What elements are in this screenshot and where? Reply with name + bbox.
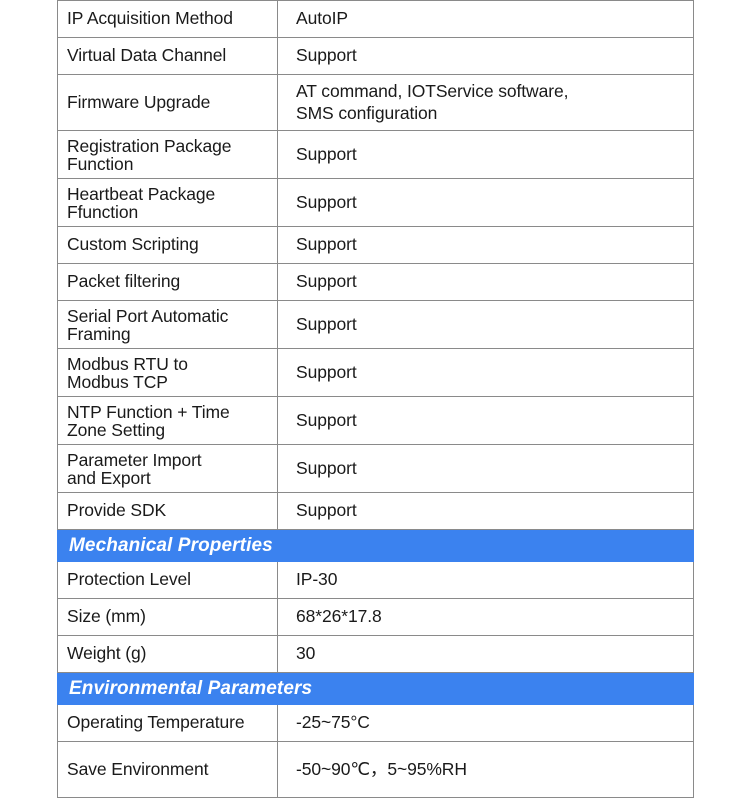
specification-table-body: IP Acquisition Method AutoIP Virtual Dat… <box>57 0 694 798</box>
row-value: 30 <box>277 635 694 673</box>
table-row: Size (mm) 68*26*17.8 <box>57 598 694 636</box>
row-value: IP-30 <box>277 561 694 599</box>
section-header-mechanical-properties: Mechanical Properties <box>57 529 694 562</box>
row-value: Support <box>277 37 694 75</box>
row-label-line-2: Framing <box>67 324 131 344</box>
table-row: Weight (g) 30 <box>57 635 694 673</box>
row-value-line-2: SMS configuration <box>296 102 438 123</box>
table-row: Parameter Import and Export Support <box>57 444 694 493</box>
table-row: Packet filtering Support <box>57 263 694 301</box>
table-row: Modbus RTU to Modbus TCP Support <box>57 348 694 397</box>
row-value: -25~75°C <box>277 704 694 742</box>
table-row: Protection Level IP-30 <box>57 561 694 599</box>
row-value: AT command, IOTService software, SMS con… <box>277 74 694 131</box>
row-label-line-2: Ffunction <box>67 202 139 222</box>
row-label-line-1: Modbus RTU to <box>67 353 188 374</box>
row-label: IP Acquisition Method <box>57 0 278 38</box>
row-label-line-1: Registration Package <box>67 135 232 156</box>
row-label-line-1: Parameter Import <box>67 449 202 470</box>
row-label-line-2: and Export <box>67 468 151 488</box>
table-row: IP Acquisition Method AutoIP <box>57 0 694 38</box>
row-label: Custom Scripting <box>57 226 278 264</box>
section-header-environmental-parameters: Environmental Parameters <box>57 672 694 705</box>
table-row: Provide SDK Support <box>57 492 694 530</box>
row-label: NTP Function + Time Zone Setting <box>57 396 278 445</box>
row-value: 68*26*17.8 <box>277 598 694 636</box>
row-value: Support <box>277 444 694 493</box>
section-header-title: Mechanical Properties <box>57 529 694 562</box>
row-value: Support <box>277 348 694 397</box>
row-label: Size (mm) <box>57 598 278 636</box>
row-label: Modbus RTU to Modbus TCP <box>57 348 278 397</box>
row-value: Support <box>277 178 694 227</box>
table-row: Operating Temperature -25~75°C <box>57 704 694 742</box>
section-header-title: Environmental Parameters <box>57 672 694 705</box>
row-value: Support <box>277 263 694 301</box>
table-row: Firmware Upgrade AT command, IOTService … <box>57 74 694 131</box>
row-value: Support <box>277 396 694 445</box>
row-label: Provide SDK <box>57 492 278 530</box>
row-label: Operating Temperature <box>57 704 278 742</box>
row-label-line-2: Function <box>67 154 134 174</box>
row-label-line-2: Zone Setting <box>67 420 166 440</box>
table-row: Registration Package Function Support <box>57 130 694 179</box>
row-label-line-1: Heartbeat Package <box>67 183 216 204</box>
table-row: NTP Function + Time Zone Setting Support <box>57 396 694 445</box>
row-value: Support <box>277 226 694 264</box>
row-label-line-2: Modbus TCP <box>67 372 168 392</box>
row-value: Support <box>277 492 694 530</box>
row-label: Registration Package Function <box>57 130 278 179</box>
row-label: Weight (g) <box>57 635 278 673</box>
table-row: Custom Scripting Support <box>57 226 694 264</box>
row-label-line-1: NTP Function + Time <box>67 401 230 422</box>
row-label: Parameter Import and Export <box>57 444 278 493</box>
row-value: Support <box>277 130 694 179</box>
row-value-line-1: AT command, IOTService software, <box>296 81 569 102</box>
row-value: Support <box>277 300 694 349</box>
row-label: Firmware Upgrade <box>57 74 278 131</box>
row-label: Virtual Data Channel <box>57 37 278 75</box>
table-row: Serial Port Automatic Framing Support <box>57 300 694 349</box>
row-label-line-1: Serial Port Automatic <box>67 305 229 326</box>
table-row: Virtual Data Channel Support <box>57 37 694 75</box>
row-label: Serial Port Automatic Framing <box>57 300 278 349</box>
row-label: Protection Level <box>57 561 278 599</box>
row-value: AutoIP <box>277 0 694 38</box>
table-row: Heartbeat Package Ffunction Support <box>57 178 694 227</box>
specification-table: IP Acquisition Method AutoIP Virtual Dat… <box>57 0 694 798</box>
row-label: Heartbeat Package Ffunction <box>57 178 278 227</box>
row-label: Packet filtering <box>57 263 278 301</box>
